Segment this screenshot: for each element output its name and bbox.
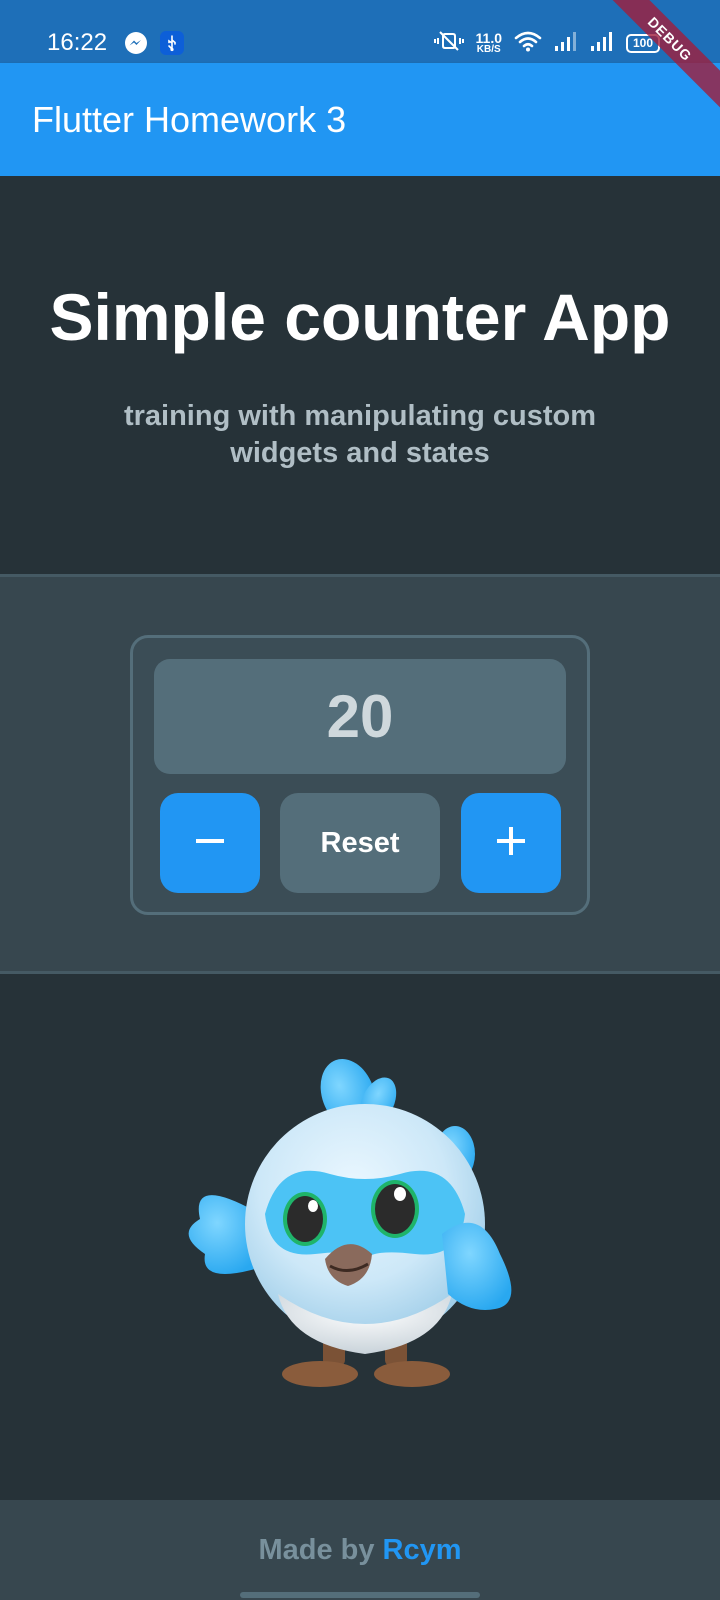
dash-bird-mascot-icon (188, 1059, 512, 1387)
increment-button[interactable] (461, 793, 561, 893)
wifi-icon (514, 30, 542, 57)
status-right-icons: 11.0 KB/S 100 (433, 29, 660, 58)
status-bar: 16:22 11.0 KB/S 100 (0, 0, 720, 63)
reset-button-label: Reset (320, 826, 400, 859)
vibrate-off-icon (433, 29, 464, 58)
status-time: 16:22 (47, 29, 108, 56)
app-bar: Flutter Homework 3 (0, 63, 720, 176)
signal-icon (554, 30, 578, 57)
minus-icon (195, 826, 225, 861)
net-speed: 11.0 KB/S (475, 29, 502, 55)
counter-card: 20 Reset (130, 635, 590, 915)
header-section: Simple counter App training with manipul… (0, 176, 720, 577)
battery-icon: 100 (626, 34, 660, 53)
messenger-icon (124, 31, 148, 55)
counter-value: 20 (154, 659, 566, 774)
footer-prefix: Made by (258, 1534, 375, 1566)
footer-author-link[interactable]: Rcym (383, 1534, 462, 1566)
home-indicator[interactable] (240, 1592, 480, 1598)
status-left-icons (124, 31, 184, 55)
battery-level: 100 (632, 36, 654, 50)
reset-button[interactable]: Reset (280, 793, 440, 893)
page-title: Simple counter App (49, 280, 671, 354)
net-speed-value: 11.0 (475, 29, 502, 46)
decrement-button[interactable] (160, 793, 260, 893)
plus-icon (495, 825, 527, 862)
signal-icon (590, 30, 614, 57)
counter-section: 20 Reset (0, 577, 720, 974)
net-speed-unit: KB/S (476, 43, 501, 55)
footer-text: Made by Rcym (0, 1532, 720, 1568)
page-subtitle: training with manipulating custom widget… (123, 400, 597, 469)
usb-icon (160, 31, 184, 55)
mascot-section (0, 974, 720, 1500)
app-bar-title: Flutter Homework 3 (32, 99, 347, 140)
footer: Made by Rcym (0, 1500, 720, 1600)
